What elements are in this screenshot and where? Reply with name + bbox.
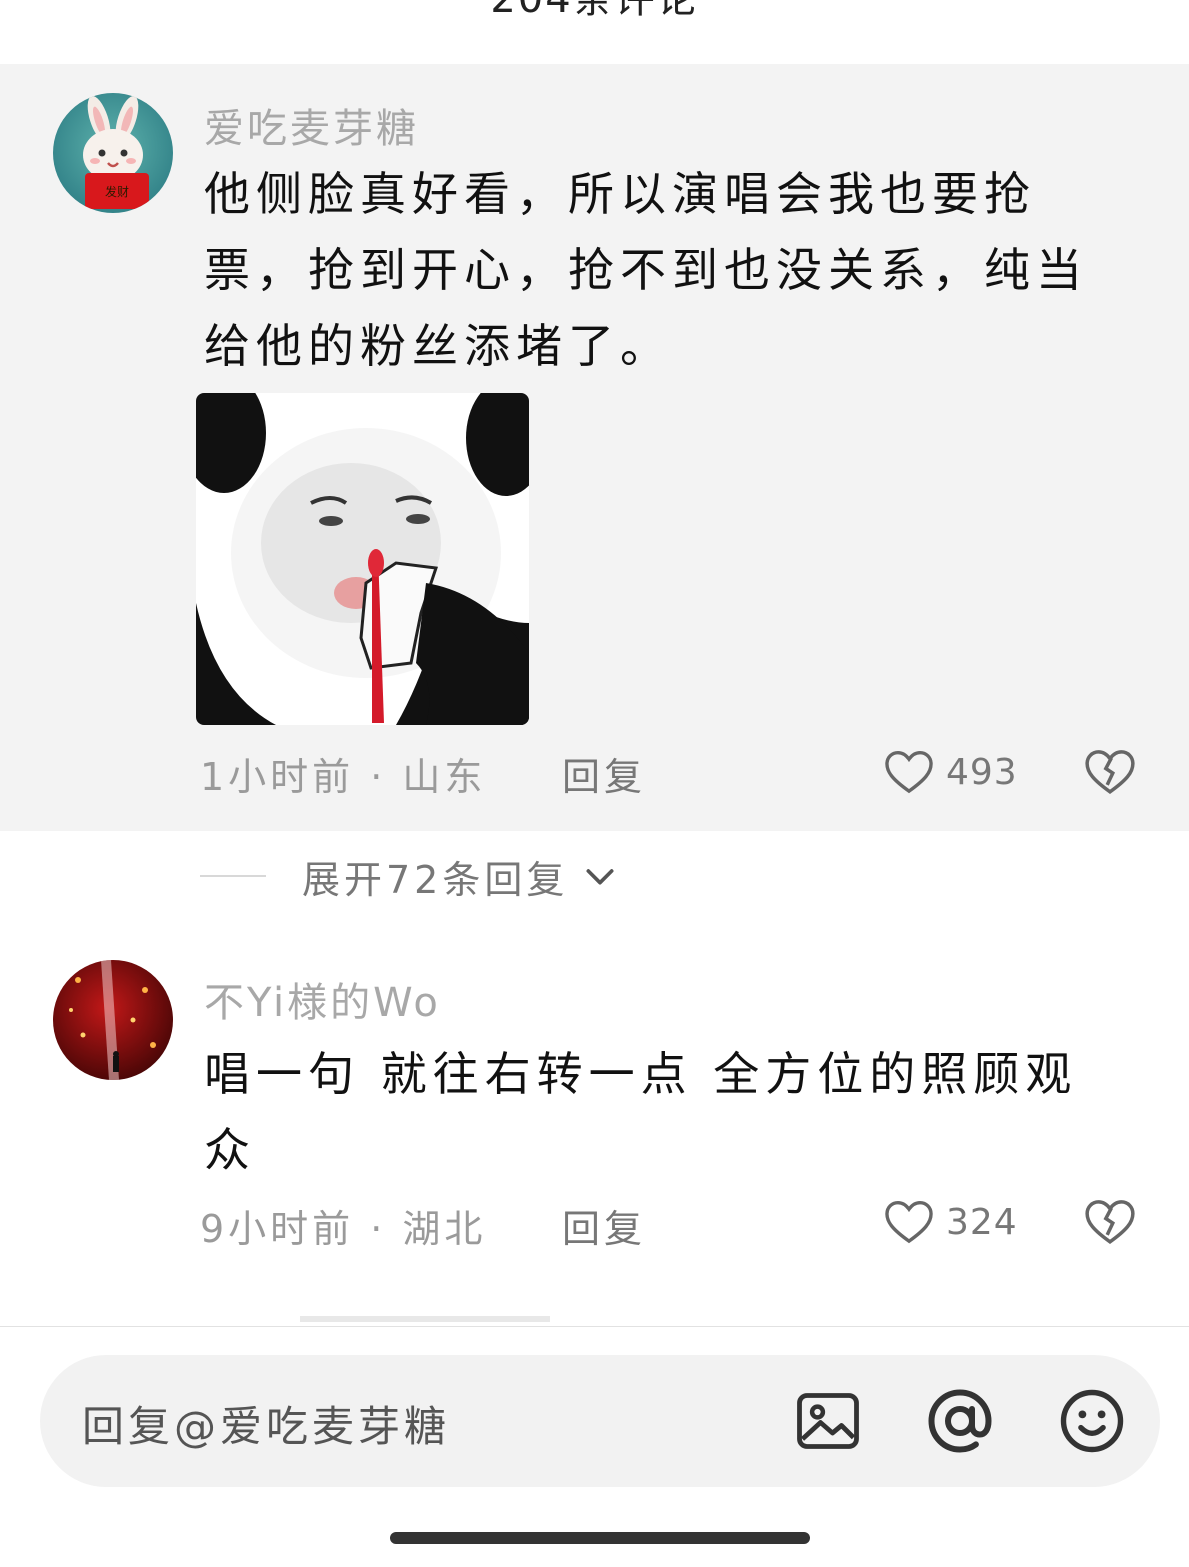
comment-meta: 9小时前 · 湖北: [200, 1207, 487, 1251]
reply-button[interactable]: 回复: [562, 1198, 646, 1253]
like-count: 493: [946, 751, 1018, 793]
emoji-icon[interactable]: [1056, 1385, 1128, 1457]
reply-bar: 回复@爱吃麦芽糖: [0, 1326, 1189, 1567]
expand-replies[interactable]: 展开72条回复: [200, 848, 620, 904]
comment-username[interactable]: 不Yi様的Wo: [204, 970, 441, 1028]
divider: [200, 875, 266, 877]
divider: [300, 1316, 550, 1322]
partial-expand-row: [300, 1310, 620, 1326]
comment-text: 唱一句 就往右转一点 全方位的照顾观众: [204, 1047, 1078, 1177]
dislike-button[interactable]: [1082, 744, 1138, 800]
comments-count-title: 204条评论: [0, 0, 1189, 24]
comment-username[interactable]: 爱吃麦芽糖: [204, 96, 419, 154]
like-button[interactable]: 324: [882, 1194, 1018, 1250]
comment-text: 他侧脸真好看，所以演唱会我也要抢票，抢到开心，抢不到也没关系，纯当给他的粉丝添堵…: [204, 167, 1088, 373]
reply-input[interactable]: 回复@爱吃麦芽糖: [40, 1355, 1160, 1487]
chevron-down-icon: [586, 869, 614, 885]
comment-meta: 1小时前 · 山东: [200, 755, 487, 799]
expand-replies-label: 展开72条回复: [302, 857, 569, 902]
svg-text:发财: 发财: [105, 184, 129, 199]
heart-outline-icon: [885, 750, 933, 794]
broken-heart-icon: [1085, 1200, 1135, 1244]
like-button[interactable]: 493: [882, 744, 1018, 800]
avatar[interactable]: 发财: [53, 93, 173, 213]
reply-placeholder: 回复@爱吃麦芽糖: [82, 1402, 451, 1451]
at-icon[interactable]: [924, 1385, 996, 1457]
broken-heart-icon: [1085, 750, 1135, 794]
comment-item: 发财 爱吃麦芽糖 他侧脸真好看，所以演唱会我也要抢票，抢到开心，抢不到也没关系，…: [0, 64, 1189, 831]
like-count: 324: [946, 1201, 1018, 1243]
home-indicator[interactable]: [390, 1532, 810, 1544]
avatar[interactable]: [53, 960, 173, 1080]
heart-outline-icon: [885, 1200, 933, 1244]
comment-item: 不Yi様的Wo 唱一句 就往右转一点 全方位的照顾观众 9小时前 · 湖北 回复…: [0, 940, 1189, 1280]
reply-button[interactable]: 回复: [562, 746, 646, 801]
dislike-button[interactable]: [1082, 1194, 1138, 1250]
sticker-image[interactable]: [196, 393, 529, 725]
image-icon[interactable]: [792, 1385, 864, 1457]
